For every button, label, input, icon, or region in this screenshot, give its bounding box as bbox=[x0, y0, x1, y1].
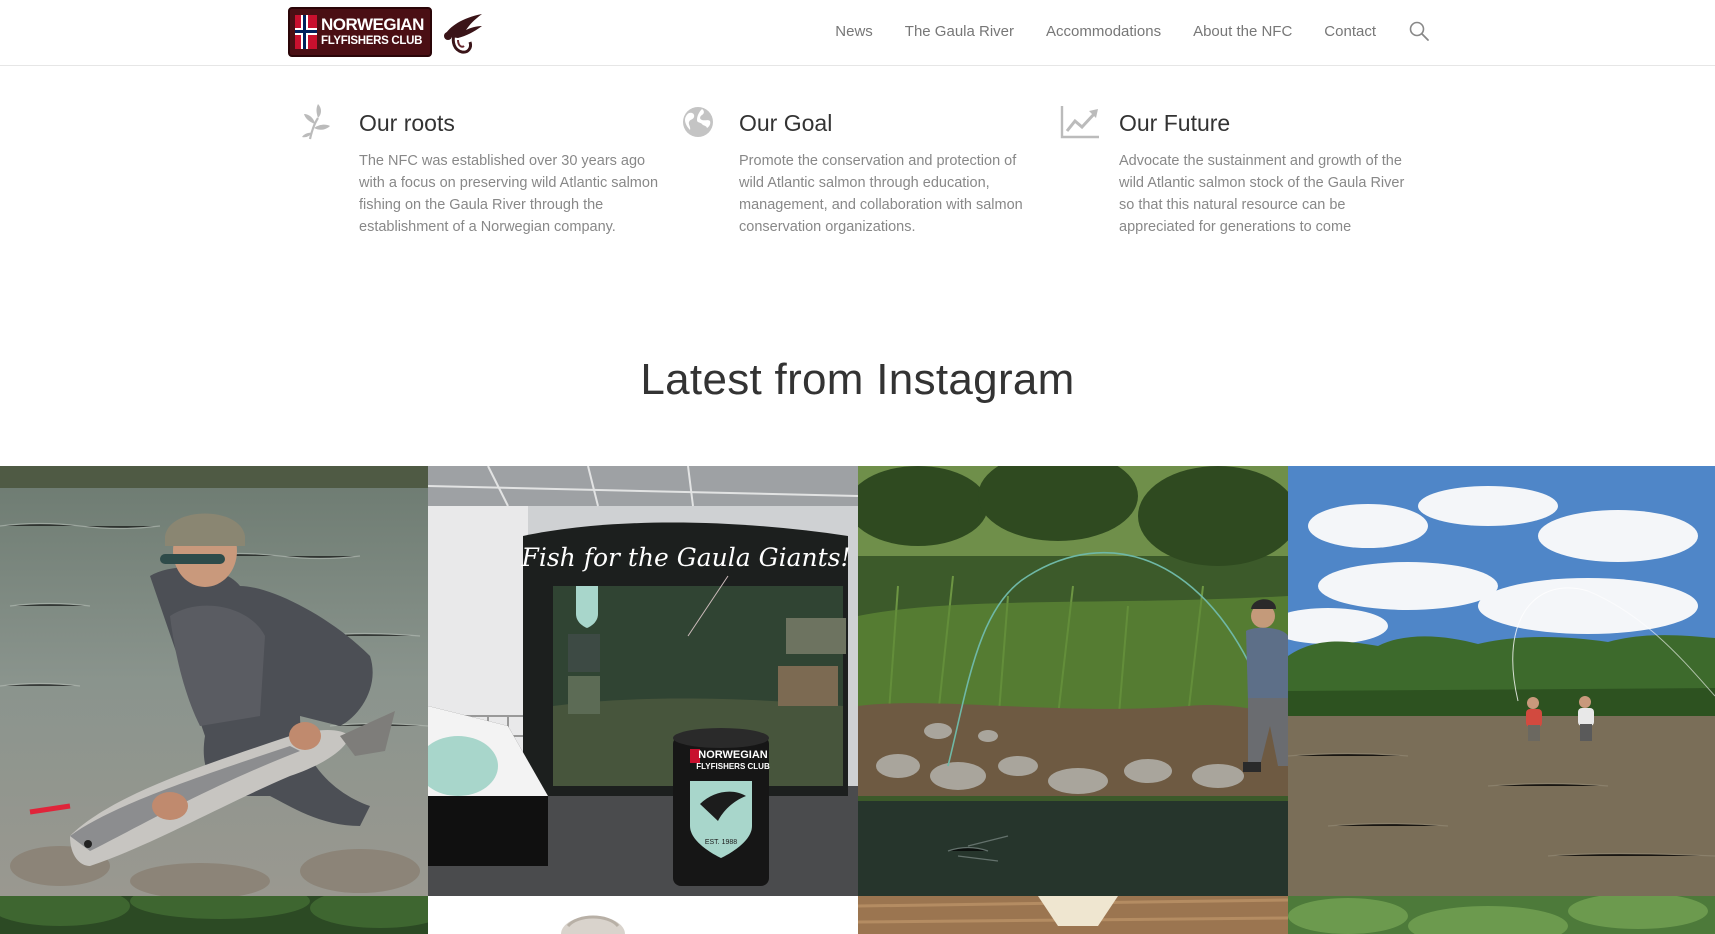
banner-text: Fish for the Gaula Giants! bbox=[520, 543, 850, 572]
stand-logo-line1: NORWEGIAN bbox=[698, 749, 768, 761]
logo-line2: FLYFISHERS CLUB bbox=[321, 35, 423, 48]
nav-gaula-river[interactable]: The Gaula River bbox=[905, 23, 1014, 40]
site-logo[interactable]: NORWEGIAN FLYFISHERS CLUB bbox=[288, 7, 486, 57]
instagram-post[interactable] bbox=[0, 896, 428, 934]
feature-title: Our Future bbox=[1119, 110, 1231, 136]
instagram-post[interactable] bbox=[0, 466, 428, 896]
features-section: Our roots The NFC was established over 3… bbox=[300, 100, 1420, 250]
instagram-heading: Latest from Instagram bbox=[640, 355, 1075, 404]
instagram-post[interactable] bbox=[858, 466, 1288, 896]
feature-text: The NFC was established over 30 years ag… bbox=[359, 153, 659, 235]
instagram-post[interactable] bbox=[1288, 466, 1715, 896]
stand-logo-line2: FLYFISHERS CLUB bbox=[696, 762, 770, 771]
fly-icon bbox=[436, 8, 486, 56]
instagram-post[interactable] bbox=[428, 896, 858, 934]
norway-flag-icon bbox=[295, 15, 317, 49]
main-nav: News The Gaula River Accommodations Abou… bbox=[835, 0, 1430, 62]
nav-accommodations[interactable]: Accommodations bbox=[1046, 23, 1161, 40]
feature-text: Advocate the sustainment and growth of t… bbox=[1119, 153, 1405, 235]
feature-text: Promote the conservation and protection … bbox=[739, 153, 1023, 235]
site-header: NORWEGIAN FLYFISHERS CLUB News The Gaula… bbox=[0, 0, 1715, 66]
feature-title: Our roots bbox=[359, 110, 455, 136]
chart-line-icon bbox=[1060, 104, 1099, 140]
logo-line1: NORWEGIAN bbox=[321, 15, 424, 35]
instagram-post[interactable] bbox=[1288, 896, 1715, 934]
instagram-post[interactable]: Fish for the Gaula Giants! NORWEGIAN FLY… bbox=[428, 466, 858, 896]
search-icon[interactable] bbox=[1408, 20, 1430, 42]
feature-title: Our Goal bbox=[739, 110, 833, 136]
nav-contact[interactable]: Contact bbox=[1324, 23, 1376, 40]
globe-icon bbox=[680, 104, 716, 140]
logo-badge: NORWEGIAN FLYFISHERS CLUB bbox=[288, 7, 432, 57]
leaf-icon bbox=[300, 104, 336, 140]
nav-news[interactable]: News bbox=[835, 23, 873, 40]
nav-about[interactable]: About the NFC bbox=[1193, 23, 1292, 40]
instagram-post[interactable] bbox=[858, 896, 1288, 934]
est-text: EST. 1988 bbox=[705, 839, 737, 846]
instagram-grid: Fish for the Gaula Giants! NORWEGIAN FLY… bbox=[0, 466, 1715, 934]
